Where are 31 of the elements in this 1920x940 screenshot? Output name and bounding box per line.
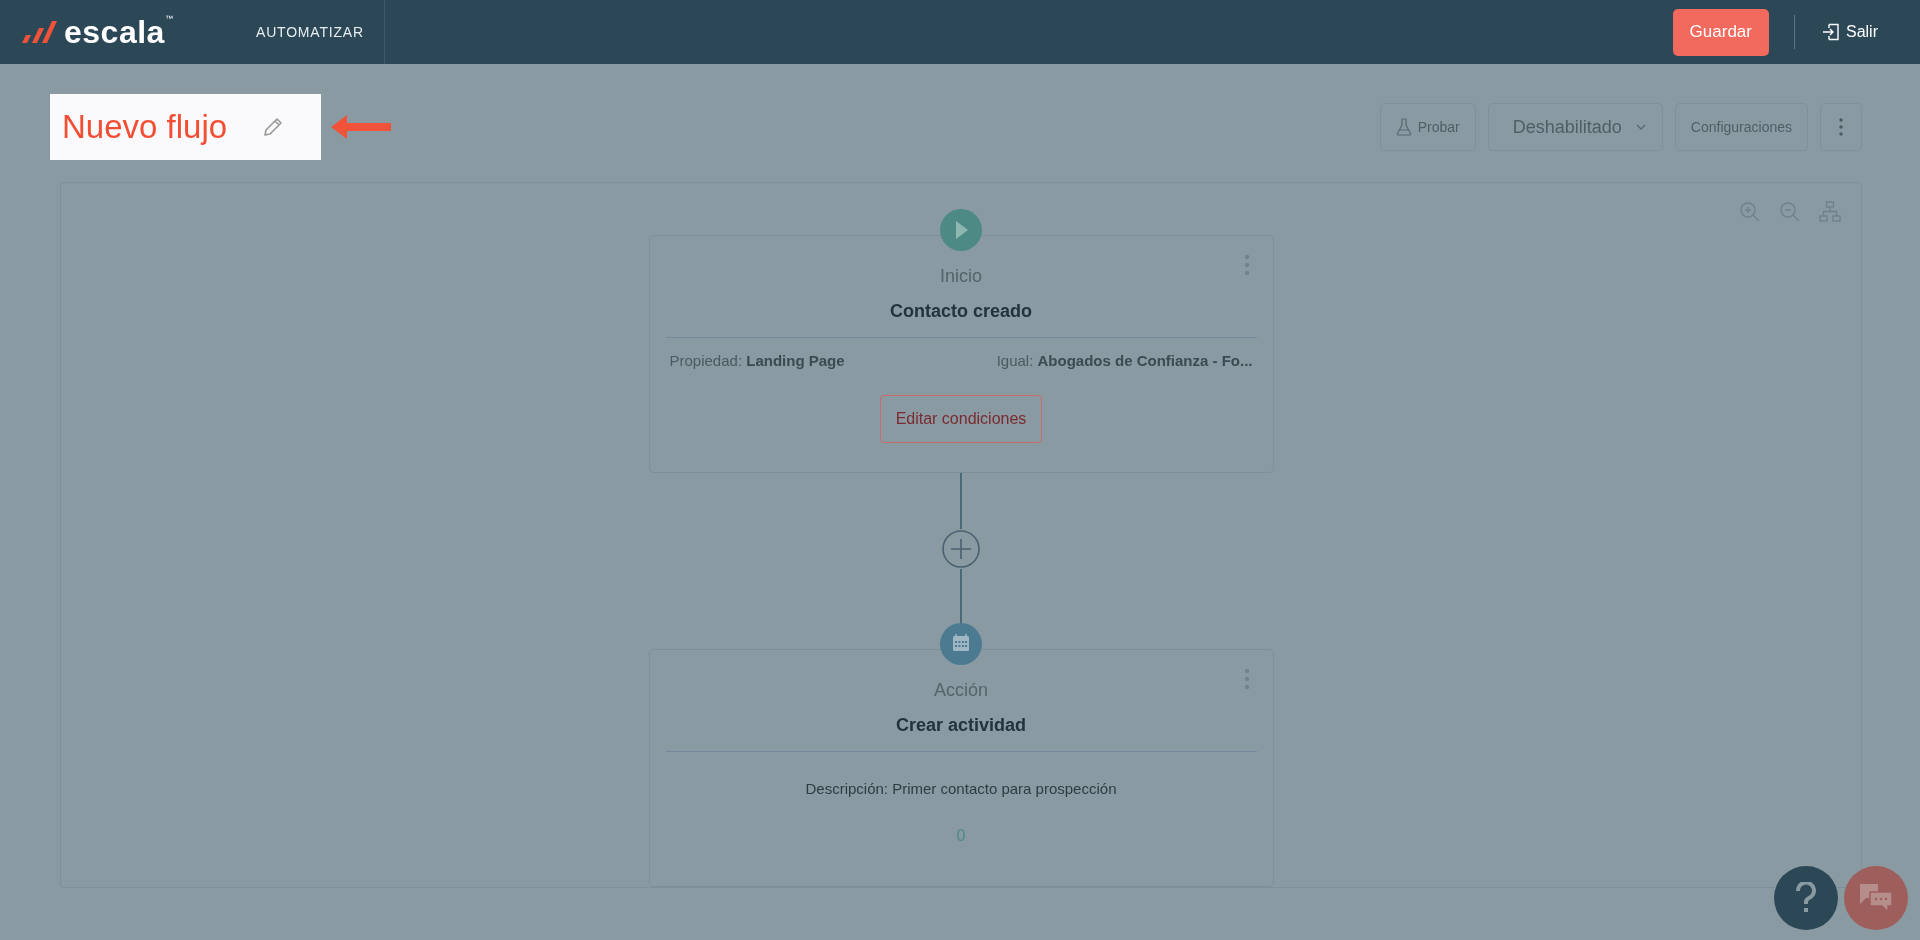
save-button[interactable]: Guardar bbox=[1672, 8, 1769, 56]
flask-icon bbox=[1395, 118, 1412, 136]
chevron-down-icon bbox=[1635, 124, 1646, 130]
zoom-in-icon[interactable] bbox=[1739, 201, 1761, 223]
logo-bars-icon bbox=[20, 19, 60, 45]
node-menu-icon[interactable] bbox=[1243, 668, 1250, 690]
exit-icon bbox=[1822, 23, 1840, 41]
kebab-icon bbox=[1839, 118, 1843, 136]
node-title: Crear actividad bbox=[895, 715, 1027, 736]
flow-title: Nuevo flujo bbox=[62, 108, 228, 146]
play-icon bbox=[939, 209, 982, 251]
hierarchy-icon[interactable] bbox=[1819, 201, 1841, 223]
node-title: Contacto creado bbox=[890, 301, 1032, 322]
calendar-icon bbox=[939, 623, 982, 665]
edit-conditions-button[interactable]: Editar condiciones bbox=[879, 395, 1043, 443]
condition-text: Igual: Abogados de Confianza - Fo... bbox=[996, 352, 1253, 369]
node-count: 0 bbox=[956, 827, 966, 845]
test-button[interactable]: Probar bbox=[1379, 103, 1476, 151]
pointer-arrow bbox=[331, 115, 392, 139]
question-mark-icon bbox=[1795, 882, 1817, 914]
node-menu-icon[interactable] bbox=[1243, 254, 1250, 276]
condition-text: Propiedad: Landing Page bbox=[669, 352, 845, 369]
exit-link[interactable]: Salir bbox=[1822, 23, 1878, 41]
more-menu-button[interactable] bbox=[1820, 103, 1862, 151]
zoom-out-icon[interactable] bbox=[1779, 201, 1801, 223]
settings-button[interactable]: Configuraciones bbox=[1674, 103, 1808, 151]
add-step-icon[interactable] bbox=[941, 529, 981, 569]
node-description: Descripción: Primer contacto para prospección bbox=[805, 780, 1117, 797]
nav-link[interactable]: AUTOMATIZAR bbox=[234, 0, 385, 64]
logo-text[interactable]: escala$^{™}$ bbox=[64, 13, 174, 51]
status-dropdown[interactable]: Deshabilitado bbox=[1487, 103, 1663, 151]
